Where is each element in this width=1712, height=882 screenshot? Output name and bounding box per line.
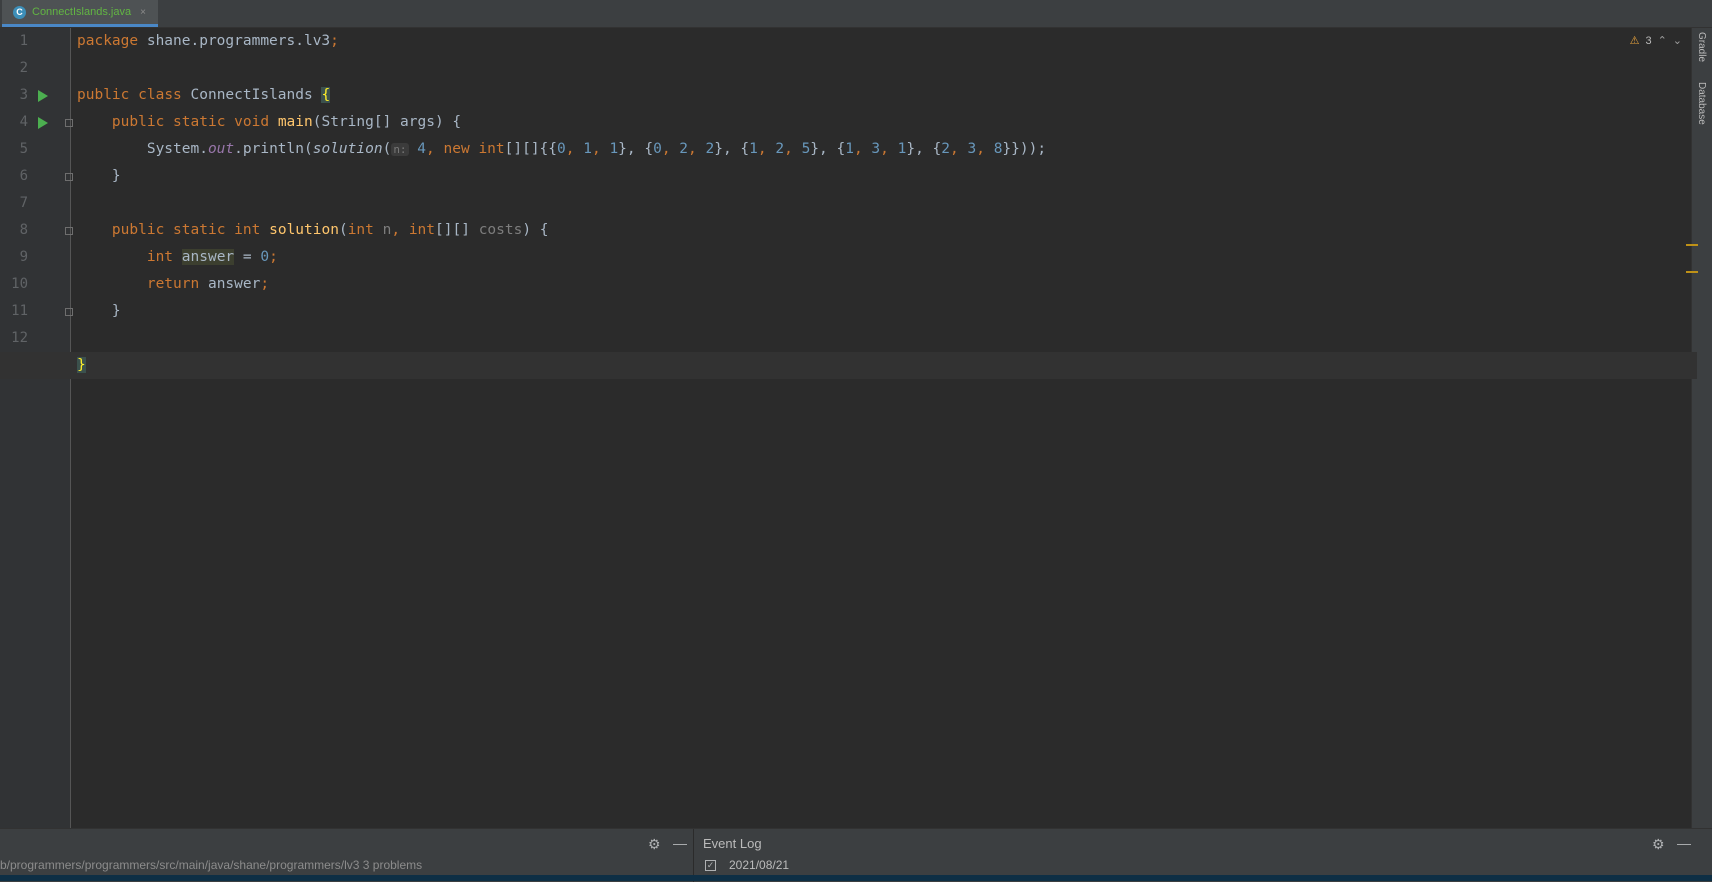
fold-icon[interactable] bbox=[65, 173, 73, 181]
minimize-icon[interactable]: — bbox=[1677, 835, 1691, 851]
warning-stripe-mark[interactable] bbox=[1686, 244, 1698, 246]
line-number: 4 bbox=[19, 114, 28, 130]
line-number: 10 bbox=[11, 276, 28, 292]
right-tool-strip: Gradle Database bbox=[1691, 28, 1712, 828]
line-number: 12 bbox=[11, 330, 28, 346]
line-number: 2 bbox=[19, 60, 28, 76]
line-number: 11 bbox=[11, 303, 28, 319]
fold-icon[interactable] bbox=[65, 119, 73, 127]
close-icon[interactable]: × bbox=[140, 7, 146, 18]
database-tool-button[interactable]: Database bbox=[1696, 82, 1707, 125]
line-number: 7 bbox=[19, 195, 28, 211]
mark-read-icon[interactable]: ✓ bbox=[705, 860, 716, 871]
code-line-6: } bbox=[111, 168, 121, 184]
code-line-10: return answer; bbox=[146, 276, 270, 292]
line-number: 5 bbox=[19, 141, 28, 157]
code-line-13: } bbox=[77, 357, 86, 373]
next-problem-icon[interactable]: ⌄ bbox=[1673, 34, 1682, 47]
tab-connectislands-java[interactable]: C ConnectIslands.java × bbox=[2, 0, 158, 27]
run-main-icon[interactable] bbox=[38, 117, 48, 129]
fold-icon[interactable] bbox=[65, 227, 73, 235]
line-number: 3 bbox=[19, 87, 28, 103]
gear-icon[interactable]: ⚙ bbox=[1652, 836, 1665, 853]
inspection-widget[interactable]: ⚠ 3 ⌃ ⌄ bbox=[1629, 34, 1682, 48]
current-line-highlight bbox=[0, 352, 1697, 379]
minimize-icon[interactable]: — bbox=[673, 835, 687, 851]
line-number: 9 bbox=[19, 249, 28, 265]
line-number: 1 bbox=[19, 33, 28, 49]
line-number: 8 bbox=[19, 222, 28, 238]
code-line-11: } bbox=[111, 303, 121, 319]
status-bar bbox=[0, 875, 1712, 881]
event-log-title: Event Log bbox=[703, 836, 762, 851]
event-log-date: 2021/08/21 bbox=[729, 858, 790, 872]
code-line-5: System.out.println(solution(n: 4, new in… bbox=[146, 141, 1047, 157]
gear-icon[interactable]: ⚙ bbox=[648, 836, 661, 853]
editor-gutter: 1 2 3 4 5 6 7 8 9 10 11 12 13 bbox=[0, 28, 73, 828]
tab-label: ConnectIslands.java bbox=[32, 6, 132, 18]
problems-path: b/programmers/programmers/src/main/java/… bbox=[0, 858, 423, 872]
java-class-icon: C bbox=[13, 5, 26, 19]
code-line-9: int answer = 0; bbox=[146, 249, 278, 265]
fold-icon[interactable] bbox=[65, 308, 73, 316]
code-line-1: package shane.programmers.lv3; bbox=[77, 33, 339, 49]
warning-count: 3 bbox=[1645, 34, 1652, 47]
warning-stripe-mark[interactable] bbox=[1686, 271, 1698, 273]
parameter-hint: n: bbox=[391, 143, 409, 156]
previous-problem-icon[interactable]: ⌃ bbox=[1658, 34, 1667, 47]
line-number: 6 bbox=[19, 168, 28, 184]
code-line-4: public static void main(String[] args) { bbox=[111, 114, 462, 130]
code-line-8: public static int solution(int n, int[][… bbox=[111, 222, 549, 238]
run-class-icon[interactable] bbox=[38, 90, 48, 102]
bottom-tool-panels: ⚙ — b/programmers/programmers/src/main/j… bbox=[0, 828, 1712, 882]
warning-triangle-icon: ⚠ bbox=[1629, 35, 1640, 47]
editor-tab-bar: C ConnectIslands.java × bbox=[0, 0, 1712, 28]
code-line-3: public class ConnectIslands { bbox=[77, 87, 331, 103]
gradle-tool-button[interactable]: Gradle bbox=[1696, 32, 1707, 62]
